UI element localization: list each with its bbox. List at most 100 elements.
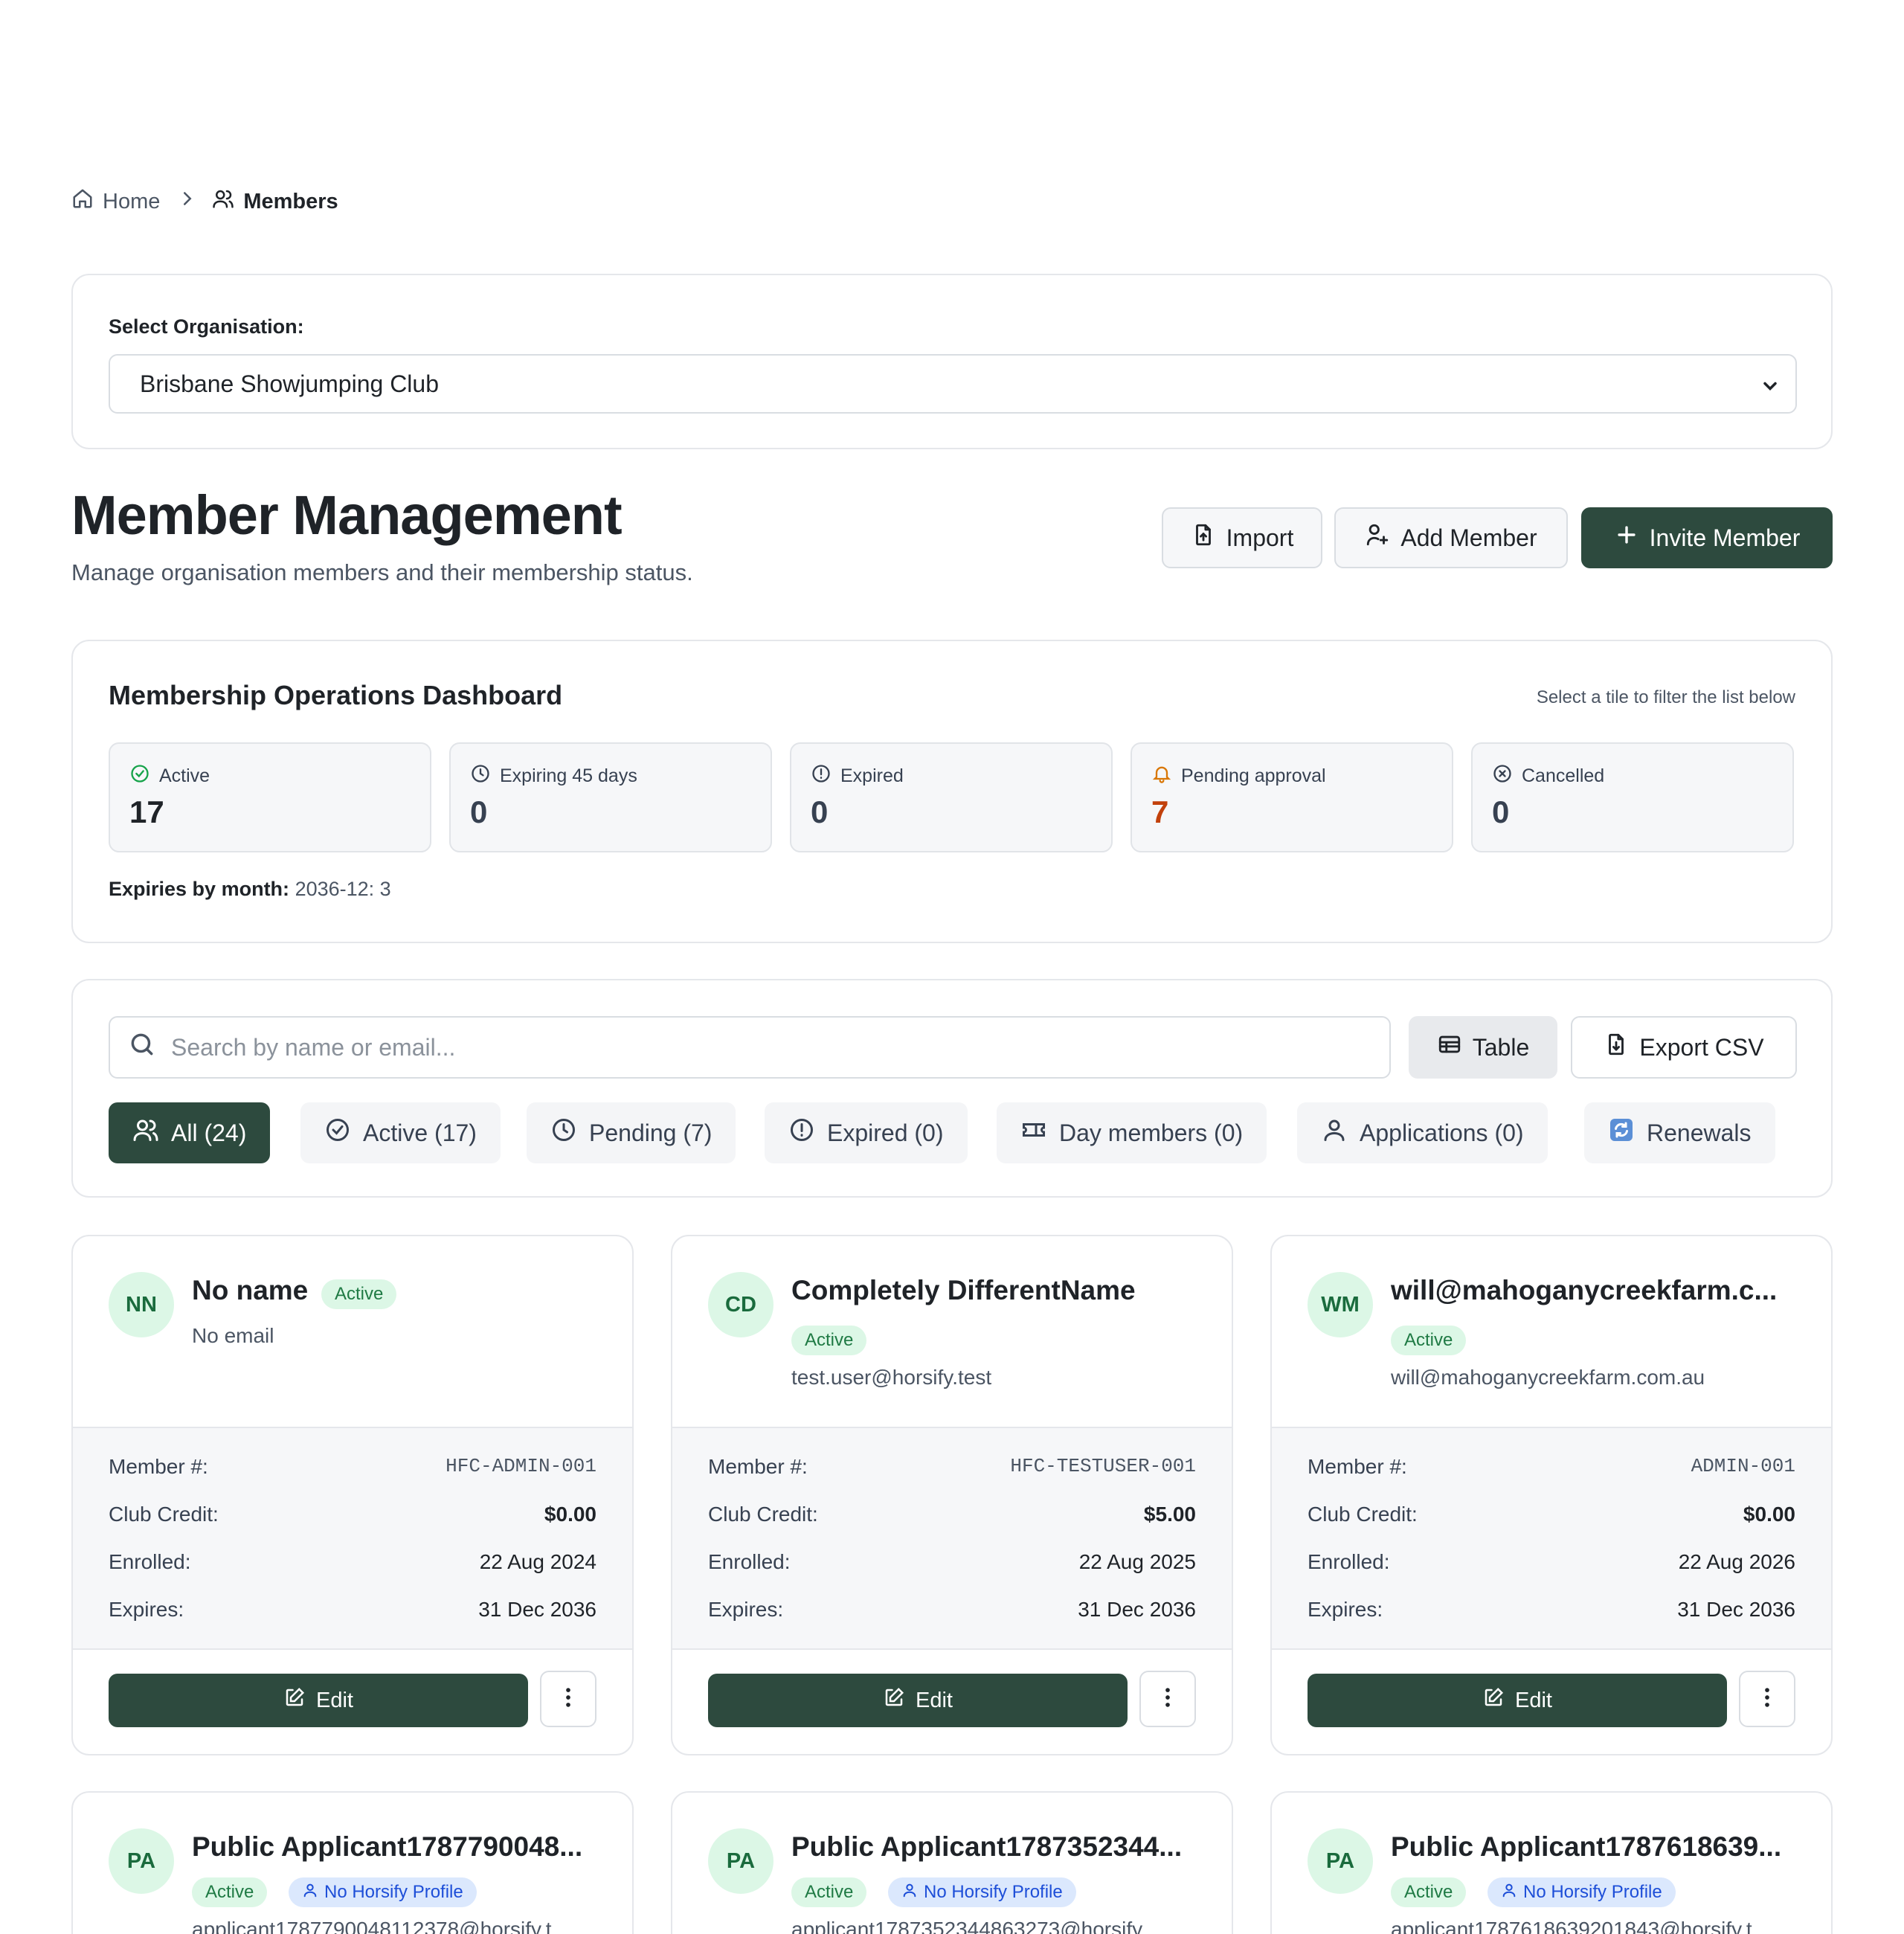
label-club-credit: Club Credit: — [708, 1503, 818, 1526]
invite-member-button[interactable]: Invite Member — [1581, 507, 1833, 568]
chip-label: Renewals — [1647, 1119, 1752, 1146]
more-options-button[interactable] — [1739, 1671, 1795, 1727]
club-credit: $0.00 — [544, 1503, 596, 1526]
export-csv-button[interactable]: Export CSV — [1571, 1016, 1797, 1079]
label-member-no: Member #: — [1308, 1455, 1407, 1478]
edit-button-label: Edit — [1515, 1688, 1552, 1712]
edit-icon — [883, 1686, 905, 1715]
member-card: PA Public Applicant1787352344... Active … — [671, 1791, 1233, 1934]
member-name: Completely DifferentName — [791, 1275, 1136, 1305]
member-card: CD Completely DifferentName Active test.… — [671, 1235, 1233, 1755]
label-member-no: Member #: — [109, 1455, 208, 1478]
label-expires: Expires: — [708, 1598, 784, 1621]
tile-label: Pending approval — [1181, 765, 1326, 786]
chip-applications[interactable]: Applications (0) — [1297, 1102, 1548, 1163]
status-badge: Active — [1391, 1326, 1467, 1355]
avatar: CD — [708, 1272, 774, 1337]
profile-badge: No Horsify Profile — [289, 1877, 477, 1907]
page-title: Member Management — [71, 484, 623, 546]
breadcrumb: Home Members — [71, 187, 338, 216]
chip-label: All (24) — [171, 1119, 247, 1146]
table-view-button[interactable]: Table — [1409, 1016, 1557, 1079]
status-badge: Active — [791, 1877, 867, 1907]
tile-label: Cancelled — [1522, 765, 1605, 786]
organisation-label: Select Organisation: — [109, 315, 304, 338]
member-name: Public Applicant1787352344... — [791, 1831, 1183, 1862]
member-name: Public Applicant1787790048... — [192, 1831, 583, 1862]
chip-expired[interactable]: Expired (0) — [765, 1102, 968, 1163]
chip-pending[interactable]: Pending (7) — [527, 1102, 736, 1163]
tile-value: 0 — [811, 794, 829, 829]
chip-label: Day members (0) — [1059, 1119, 1244, 1146]
avatar: PA — [109, 1828, 174, 1894]
tile-expiring[interactable]: Expiring 45 days 0 — [449, 742, 772, 852]
expiries-by-month: Expiries by month: 2036-12: 3 — [109, 878, 391, 901]
more-options-button[interactable] — [1139, 1671, 1196, 1727]
import-button[interactable]: Import — [1162, 507, 1322, 568]
file-import-icon — [1191, 522, 1216, 553]
member-details: Member #: HFC-ADMIN-001 Club Credit: $0.00… — [73, 1427, 632, 1650]
label-enrolled: Enrolled: — [708, 1550, 791, 1573]
alert-circle-icon — [811, 763, 832, 789]
tile-cancelled[interactable]: Cancelled 0 — [1471, 742, 1794, 852]
member-details: Member #: HFC-TESTUSER-001 Club Credit: $5… — [672, 1427, 1232, 1650]
organisation-select[interactable]: Brisbane Showjumping Club — [109, 354, 1797, 414]
enrolled-date: 22 Aug 2025 — [1078, 1550, 1196, 1573]
chip-active[interactable]: Active (17) — [300, 1102, 501, 1163]
home-icon — [71, 187, 94, 216]
organisation-select-value: Brisbane Showjumping Club — [140, 370, 439, 397]
chip-day-members[interactable]: Day members (0) — [997, 1102, 1267, 1163]
edit-button[interactable]: Edit — [1308, 1674, 1727, 1727]
users-icon — [132, 1117, 159, 1149]
member-email: will@mahoganycreekfarm.com.au — [1391, 1366, 1705, 1389]
label-expires: Expires: — [109, 1598, 184, 1621]
status-badge: Active — [1391, 1877, 1467, 1907]
avatar: NN — [109, 1272, 174, 1337]
check-circle-icon — [129, 763, 150, 789]
chip-all[interactable]: All (24) — [109, 1102, 271, 1163]
bell-icon — [1151, 763, 1172, 789]
member-email: applicant17877900481123​78@horsify.t... — [192, 1918, 569, 1934]
organisation-panel: Select Organisation: Brisbane Showjumpin… — [71, 274, 1833, 449]
label-enrolled: Enrolled: — [1308, 1550, 1390, 1573]
edit-button[interactable]: Edit — [708, 1674, 1128, 1727]
edit-button[interactable]: Edit — [109, 1674, 528, 1727]
chip-label: Expired (0) — [827, 1119, 944, 1146]
breadcrumb-home-link[interactable]: Home — [71, 187, 160, 216]
clock-icon — [470, 763, 491, 789]
search-placeholder: Search by name or email... — [171, 1033, 456, 1061]
member-email: applicant17876186392018​43@horsify.t... — [1391, 1918, 1769, 1934]
chevron-right-icon — [176, 187, 199, 216]
status-badge: Active — [192, 1877, 268, 1907]
users-icon — [212, 187, 234, 216]
breadcrumb-current-label: Members — [243, 189, 338, 213]
user-icon — [302, 1882, 318, 1904]
ticket-icon — [1020, 1117, 1047, 1149]
tile-active[interactable]: Active 17 — [109, 742, 431, 852]
member-card: NN No name Active No email Member #: HFC-… — [71, 1235, 634, 1755]
export-csv-label: Export CSV — [1639, 1033, 1764, 1061]
member-email: applicant17873523448632​73@horsify... — [791, 1918, 1159, 1934]
user-icon — [901, 1882, 918, 1904]
chip-renewals[interactable]: Renewals — [1584, 1102, 1775, 1163]
enrolled-date: 22 Aug 2024 — [479, 1550, 596, 1573]
tile-pending-approval[interactable]: Pending approval 7 — [1130, 742, 1453, 852]
tile-value: 0 — [1492, 794, 1510, 829]
member-card: PA Public Applicant1787618639... Active … — [1270, 1791, 1833, 1934]
more-options-button[interactable] — [540, 1671, 596, 1727]
profile-badge-label: No Horsify Profile — [924, 1882, 1063, 1902]
member-email: test.user@horsify.test — [791, 1366, 992, 1389]
add-member-button[interactable]: Add Member — [1334, 507, 1568, 568]
tile-expired[interactable]: Expired 0 — [790, 742, 1113, 852]
label-enrolled: Enrolled: — [109, 1550, 191, 1573]
search-input[interactable]: Search by name or email... — [109, 1016, 1391, 1079]
user-plus-icon — [1365, 522, 1390, 553]
page-subtitle: Manage organisation members and their me… — [71, 559, 693, 585]
member-card: WM will@mahoganycreekfarm.c... Active wi… — [1270, 1235, 1833, 1755]
table-view-label: Table — [1472, 1033, 1530, 1061]
tile-label: Active — [159, 765, 210, 786]
dashboard-title: Membership Operations Dashboard — [109, 680, 563, 710]
alert-circle-icon — [788, 1117, 815, 1149]
more-vertical-icon — [1755, 1685, 1780, 1714]
expiries-label: Expiries by month: — [109, 878, 290, 900]
